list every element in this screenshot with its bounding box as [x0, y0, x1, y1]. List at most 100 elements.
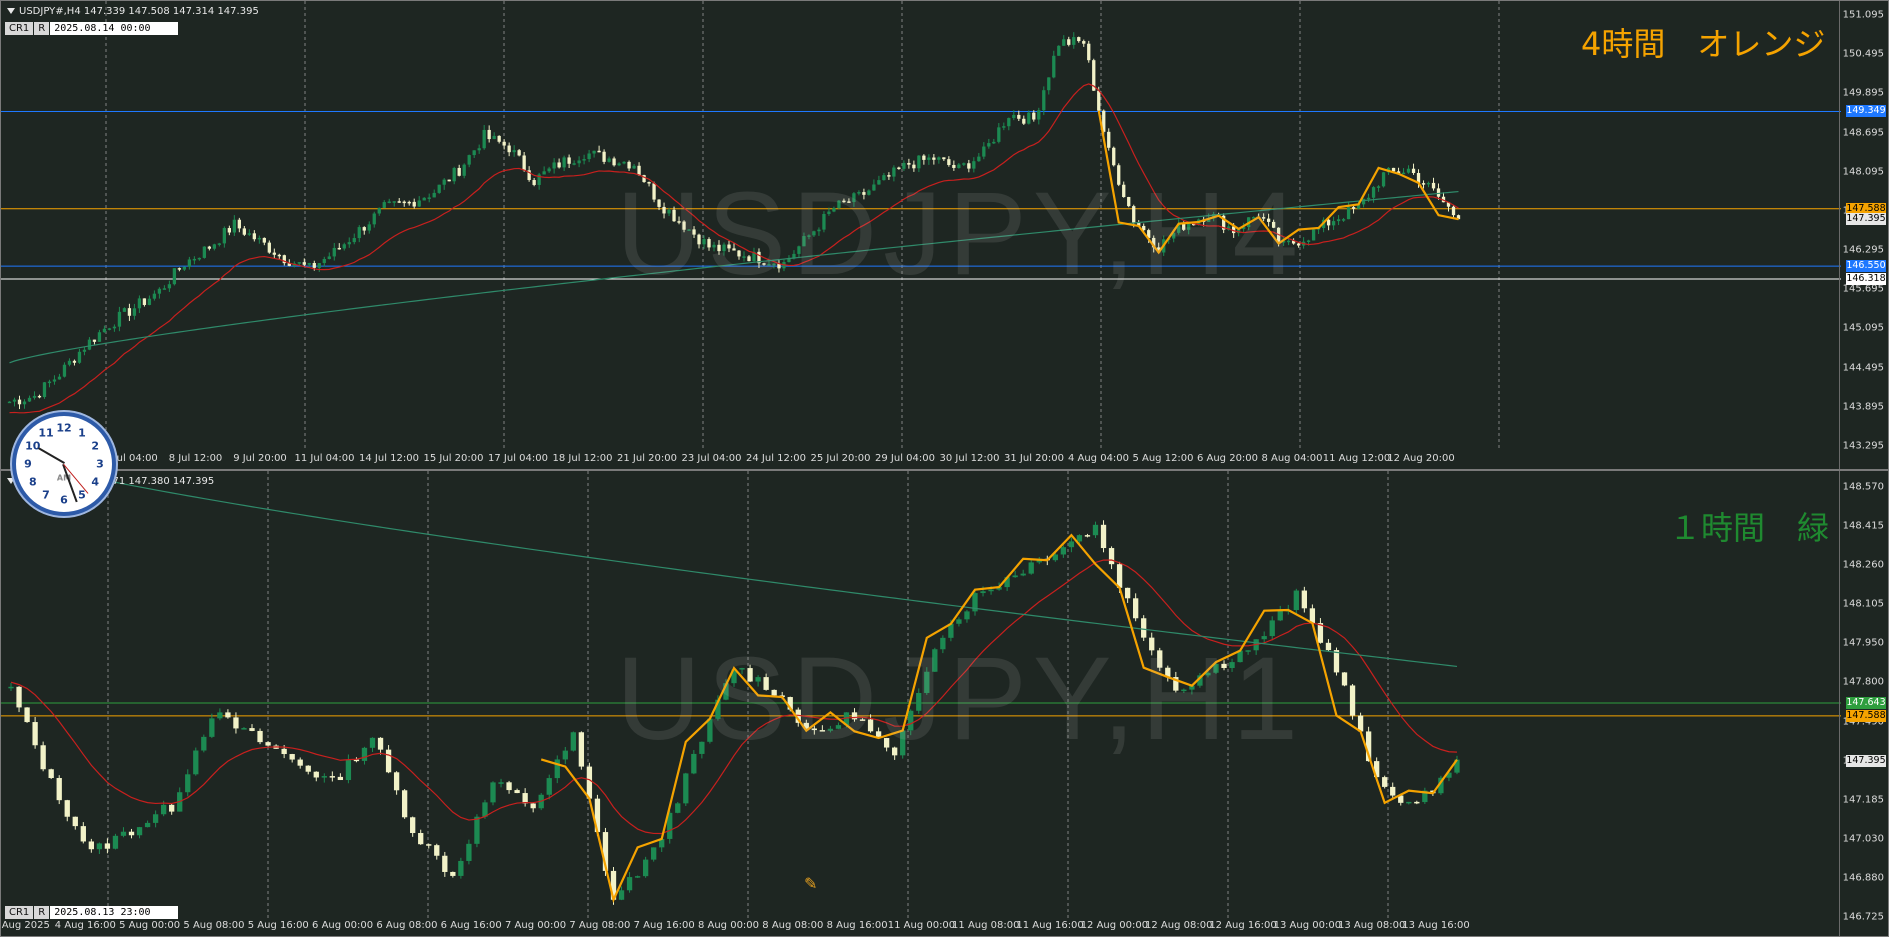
candle-body: [197, 257, 202, 260]
candle-body: [675, 803, 681, 813]
price-level-tag: 147.588: [1846, 709, 1886, 722]
candle-body: [1002, 126, 1006, 128]
candle-body: [572, 163, 576, 165]
candle-body: [127, 308, 132, 316]
h4-note-orange: 4時間 オレンジ: [1581, 25, 1826, 63]
time-axis-label: 30 Jul 12:00: [939, 453, 1000, 464]
candle-body: [57, 376, 62, 380]
candle-body: [1017, 114, 1021, 119]
time-axis-label: 7 Aug 08:00: [569, 920, 631, 931]
candle-body: [490, 782, 496, 803]
candle-body: [12, 399, 17, 402]
clock-numeral: 7: [42, 488, 50, 502]
candle-body: [512, 150, 516, 153]
candle-body: [972, 161, 976, 169]
candle-body: [1072, 37, 1076, 45]
candle-body: [1052, 55, 1056, 78]
time-axis-label: 13 Aug 08:00: [1337, 920, 1406, 931]
candle-body: [772, 263, 776, 266]
candle-body: [916, 692, 922, 711]
time-axis-label: 12 Aug 00:00: [1080, 920, 1149, 931]
candle-body: [702, 239, 706, 245]
time-axis-label: 11 Aug 08:00: [952, 920, 1020, 931]
candle-body: [1451, 206, 1456, 216]
candle-body: [152, 814, 159, 823]
candle-body: [393, 772, 400, 791]
candle-body: [177, 268, 182, 270]
candle-body: [1390, 786, 1396, 796]
price-axis-label: 148.570: [1842, 481, 1884, 493]
candle-body: [662, 206, 666, 214]
candle-body: [142, 298, 147, 305]
time-axis-label: 31 Jul 20:00: [1004, 453, 1064, 464]
candle-body: [347, 242, 351, 245]
candle-body: [233, 717, 239, 729]
candle-body: [771, 689, 777, 696]
candle-body: [136, 827, 143, 836]
price-axis-label: 146.880: [1842, 872, 1884, 884]
candle-body: [407, 201, 411, 204]
h4-chart-pane[interactable]: USDJPY,H4 4時間 オレンジ USDJPY#,H4 147.339 14…: [0, 0, 1889, 470]
candle-body: [847, 201, 851, 203]
candle-body: [651, 847, 657, 860]
candle-body: [42, 382, 47, 398]
candle-body: [382, 202, 386, 208]
candle-body: [1382, 777, 1388, 787]
candle-body: [302, 262, 306, 265]
price-axis-label: 150.495: [1842, 48, 1884, 60]
candle-body: [612, 158, 616, 166]
candle-body: [442, 179, 446, 185]
candle-body: [1012, 114, 1016, 119]
candle-body: [242, 228, 246, 235]
candle-body: [937, 157, 941, 160]
candle-body: [1261, 217, 1266, 219]
analog-clock-widget[interactable]: 12 1 2 3 4 5 6 7 8 9 10 11 AM: [12, 412, 116, 516]
candle-body: [40, 745, 46, 770]
candle-body: [882, 175, 886, 181]
candle-body: [377, 207, 381, 214]
candle-body: [932, 157, 936, 160]
h4-chart-canvas[interactable]: [1, 1, 1841, 451]
candle-body: [1182, 223, 1186, 230]
candle-body: [321, 776, 327, 778]
candle-body: [117, 311, 122, 327]
h4-price-axis[interactable]: 151.095150.495149.895148.695148.095146.8…: [1839, 1, 1888, 469]
candle-body: [7, 401, 12, 404]
candle-body: [327, 256, 331, 260]
time-axis-label: 5 Aug 00:00: [119, 920, 181, 931]
h1-chart-canvas[interactable]: [1, 471, 1841, 918]
candle-body: [883, 738, 890, 748]
candle-body: [97, 332, 102, 342]
candle-body: [747, 668, 753, 682]
candle-body: [1311, 229, 1316, 241]
candle-body: [1012, 575, 1018, 578]
candle-body: [647, 182, 651, 184]
candle-body: [1082, 41, 1086, 44]
clock-numeral: 4: [91, 475, 99, 489]
h1-chart-pane[interactable]: USDJPY,H1 １時間 緑 USDJPY#,H1 147.471 147.3…: [0, 470, 1889, 937]
h4-time-axis[interactable]: 7 Jul 04:00 8 Jul 12:00 9 Jul 20:00 11 Jul …: [1, 449, 1841, 469]
candle-body: [1431, 182, 1436, 189]
candle-body: [450, 871, 456, 876]
collapse-triangle-icon[interactable]: [7, 8, 15, 14]
clock-hour-hand: [38, 447, 65, 464]
candle-body: [128, 831, 135, 836]
candle-body: [587, 153, 591, 160]
candle-body: [385, 749, 392, 773]
candle-body: [811, 728, 817, 731]
clock-numeral: 10: [25, 439, 41, 453]
candle-body: [422, 197, 426, 201]
candle-body: [892, 167, 896, 177]
candle-body: [732, 248, 736, 251]
candle-body: [767, 264, 771, 266]
h1-time-axis[interactable]: 1 Aug 2025 4 Aug 16:005 Aug 00:005 Aug 08…: [1, 916, 1841, 936]
candle-body: [1116, 564, 1123, 588]
price-level-tag: 146.550: [1846, 260, 1886, 273]
h1-price-axis[interactable]: 148.570 148.415 148.260 148.105 147.950 147.8…: [1839, 471, 1888, 936]
h4-symbol-header[interactable]: USDJPY#,H4 147.339 147.508 147.314 147.3…: [7, 6, 259, 17]
candle-body: [902, 162, 906, 169]
price-level-tag: 147.643: [1846, 697, 1886, 710]
candle-body: [977, 156, 981, 162]
candle-body: [402, 201, 406, 204]
candle-body: [737, 250, 741, 257]
